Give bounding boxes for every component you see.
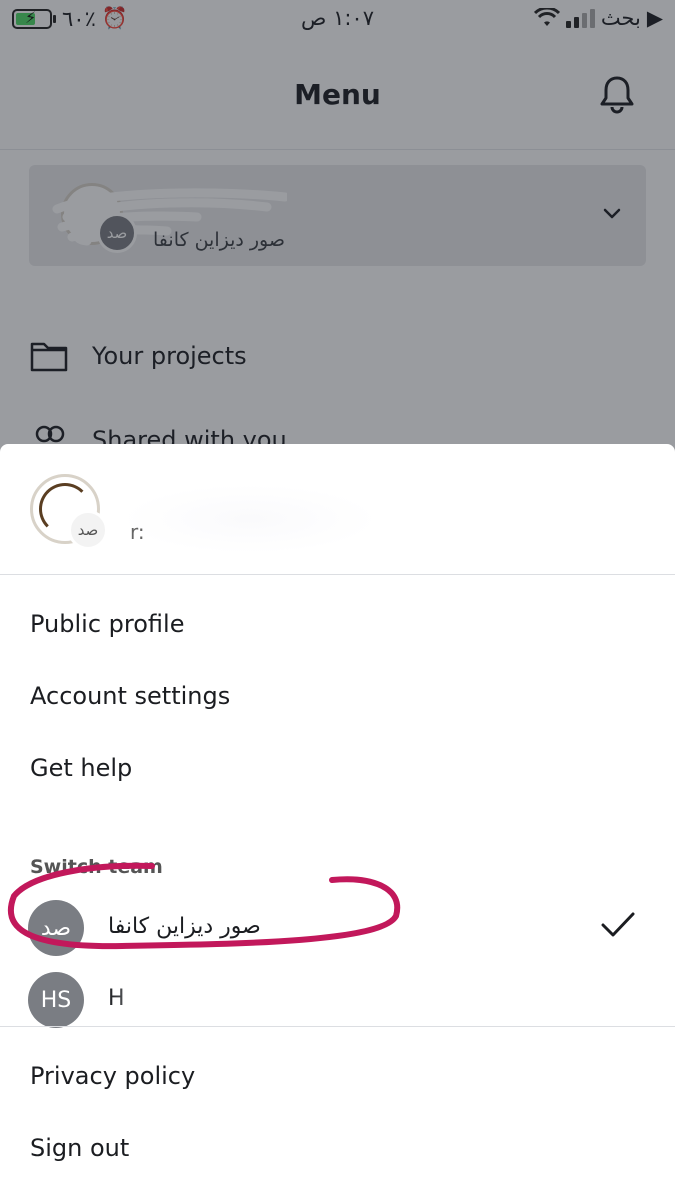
- checkmark-icon: [601, 912, 635, 937]
- divider: [0, 1026, 675, 1027]
- sheet-user-header: صد r:: [0, 444, 675, 575]
- team-avatar: HS: [28, 972, 84, 1028]
- redacted-team-name: [108, 976, 428, 1026]
- team-row[interactable]: HS H: [0, 966, 675, 1028]
- annotation-circle: [7, 862, 401, 950]
- privacy-policy-item[interactable]: Privacy policy: [30, 1062, 195, 1090]
- public-profile-item[interactable]: Public profile: [30, 610, 184, 638]
- account-settings-item[interactable]: Account settings: [30, 682, 230, 710]
- sign-out-item[interactable]: Sign out: [30, 1134, 129, 1162]
- user-handle: r:: [130, 520, 145, 544]
- account-bottom-sheet: صد r: Public profile Account settings Ge…: [0, 444, 675, 1200]
- team-avatar: صد: [68, 510, 108, 550]
- redacted-user-name: [120, 484, 380, 554]
- get-help-item[interactable]: Get help: [30, 754, 132, 782]
